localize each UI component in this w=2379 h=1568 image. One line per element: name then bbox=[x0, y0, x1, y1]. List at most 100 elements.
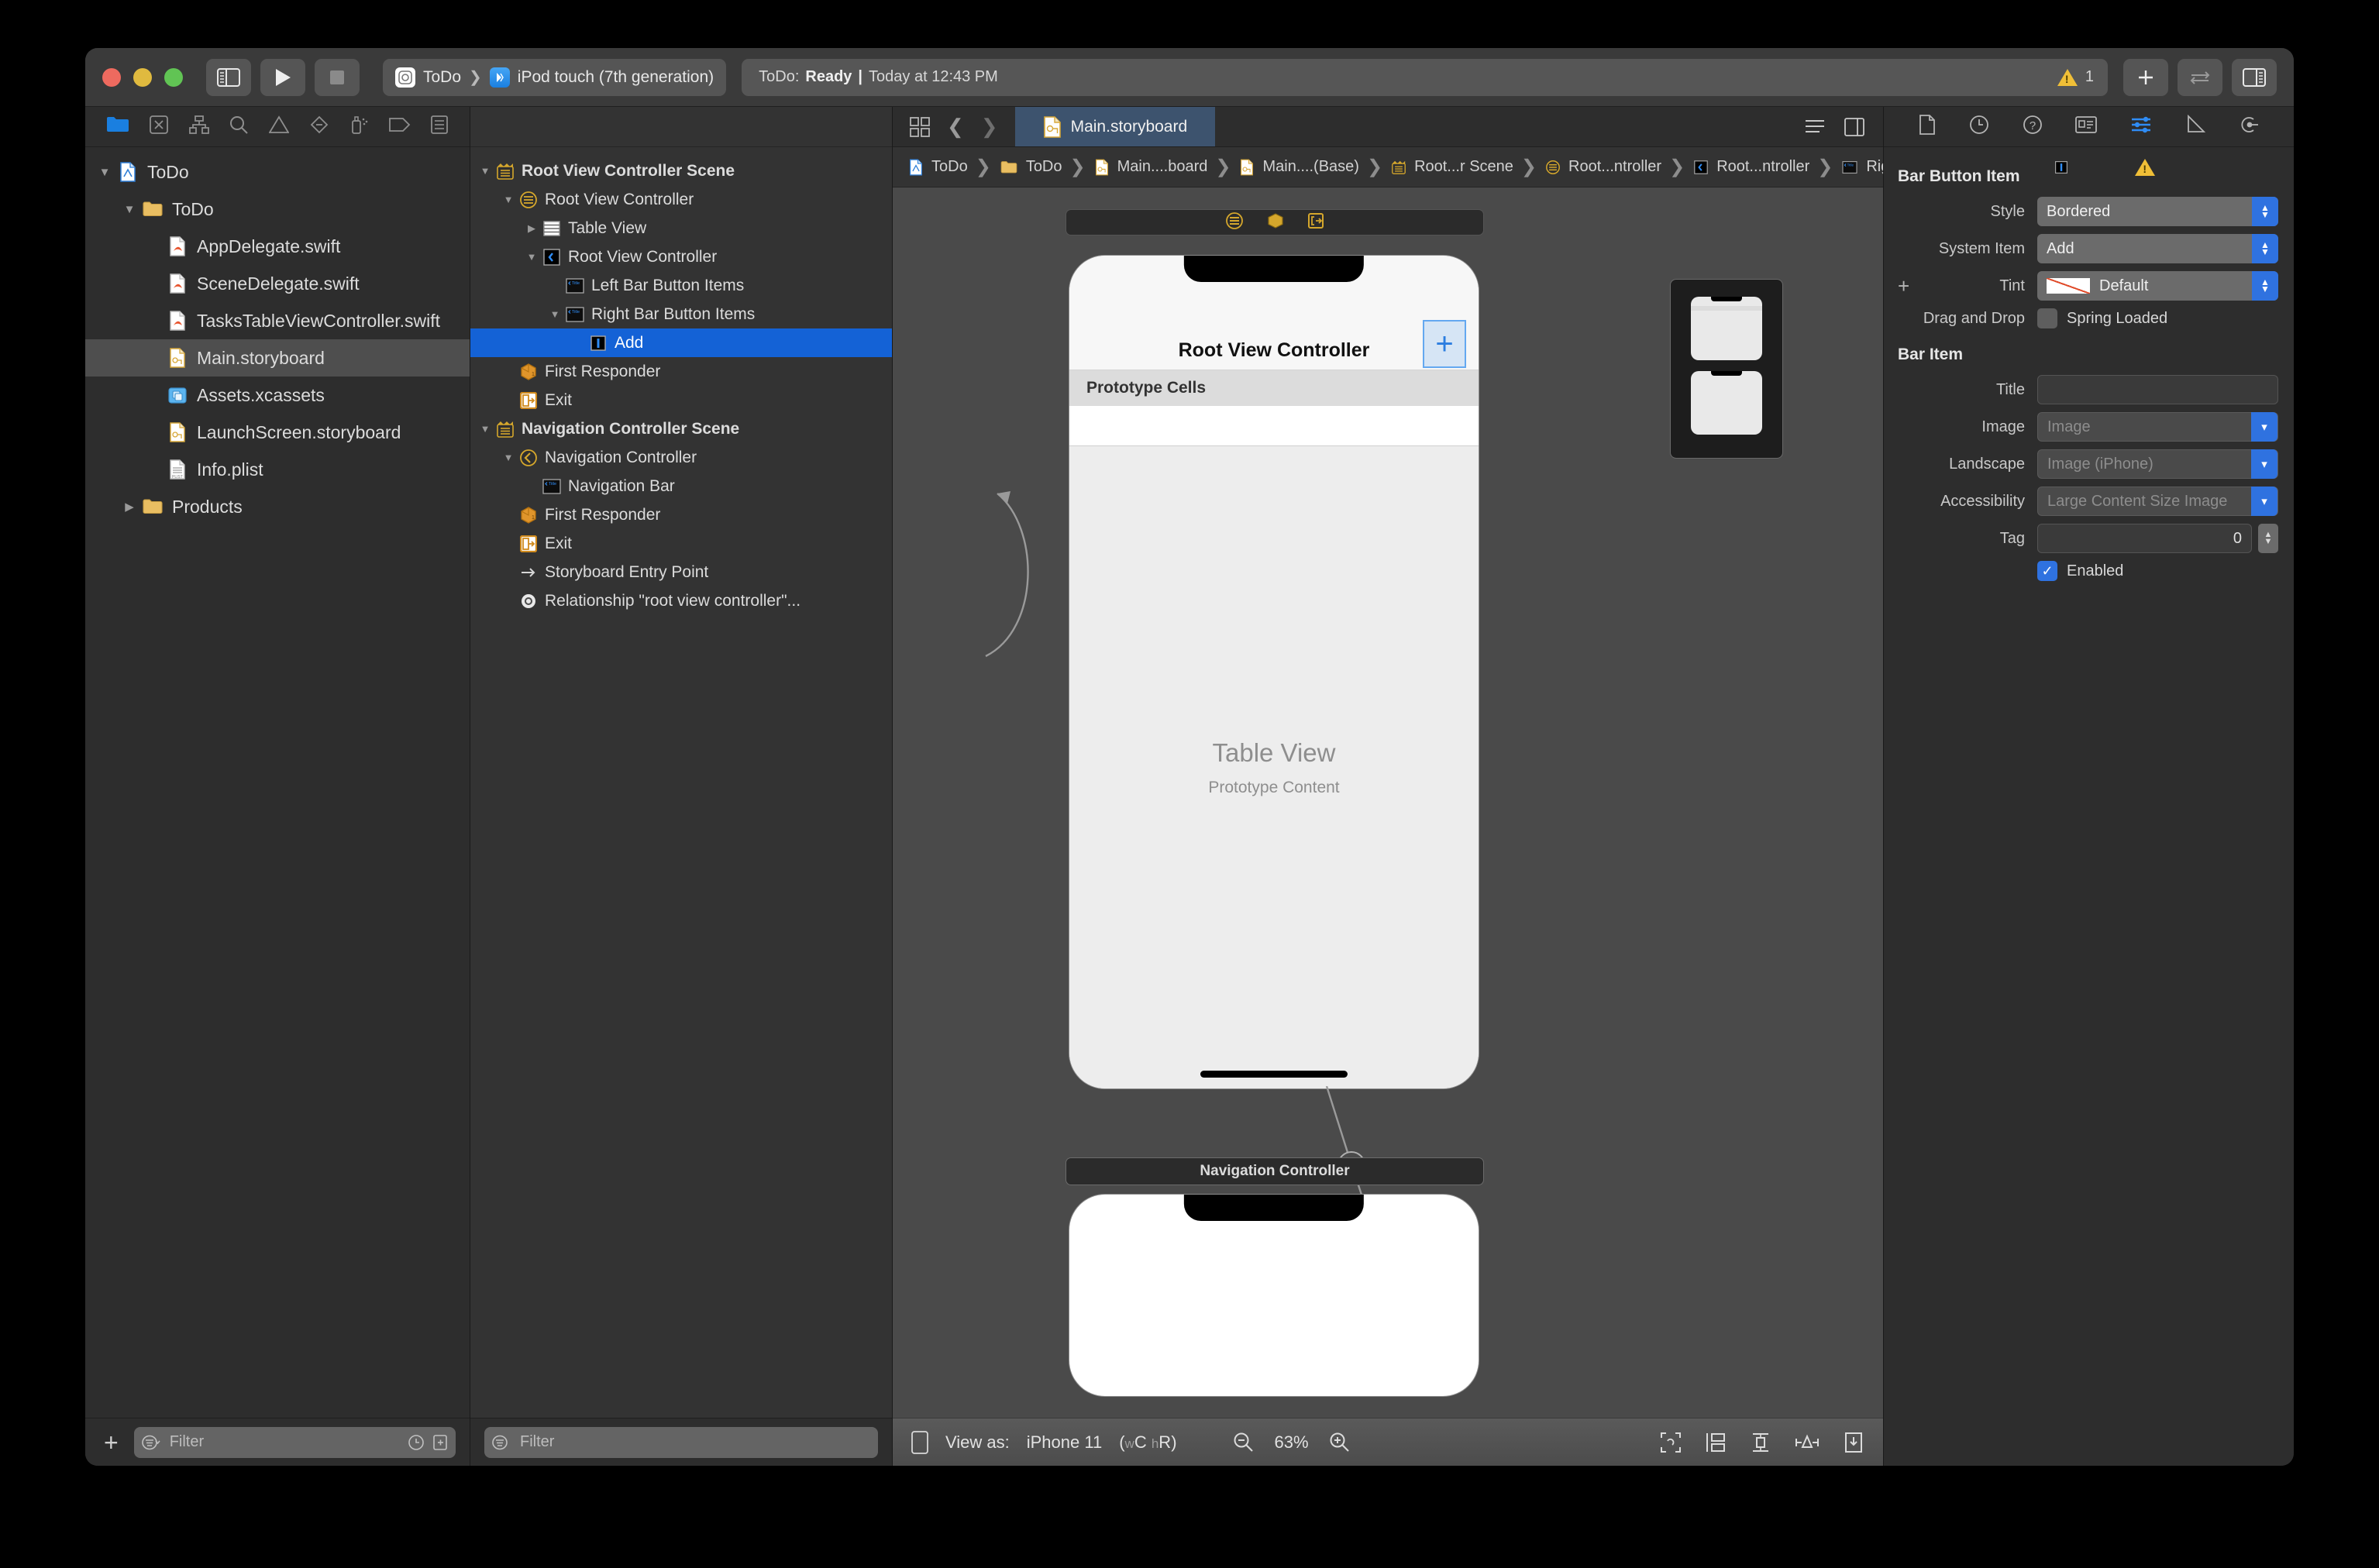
combo-box[interactable]: Image (iPhone) ▾ bbox=[2037, 449, 2278, 479]
text-input[interactable] bbox=[2037, 375, 2278, 404]
quick-help-inspector-tab[interactable]: ? bbox=[2023, 115, 2043, 139]
chevron-down-icon[interactable]: ▾ bbox=[2251, 449, 2277, 479]
add-editor-button[interactable] bbox=[2123, 58, 2168, 96]
chevron-down-icon[interactable]: ▾ bbox=[2251, 487, 2277, 516]
popup-button[interactable]: Add ▲ ▼ bbox=[2037, 234, 2278, 263]
disclosure-down-icon[interactable]: ▼ bbox=[93, 166, 116, 179]
scene1-device[interactable]: Root View Controller + Prototype Cells T… bbox=[1069, 256, 1479, 1088]
outline-row[interactable]: Relationship "root view controller"... bbox=[470, 586, 892, 615]
outline-row[interactable]: Storyboard Entry Point bbox=[470, 558, 892, 586]
disclosure-right-icon[interactable]: ▶ bbox=[522, 222, 542, 235]
toggle-navigator-button[interactable] bbox=[206, 58, 251, 96]
checkbox[interactable] bbox=[2037, 308, 2057, 328]
disclosure-down-icon[interactable]: ▼ bbox=[118, 203, 141, 216]
combo-box[interactable]: Large Content Size Image ▾ bbox=[2037, 487, 2278, 516]
disclosure-down-icon[interactable]: ▼ bbox=[522, 251, 542, 263]
breadcrumb-item[interactable]: ToDo bbox=[995, 158, 1066, 177]
file-row[interactable]: Assets.xcassets bbox=[85, 377, 470, 414]
popup-chevrons-icon[interactable]: ▲ ▼ bbox=[2252, 234, 2278, 263]
project-navigator-tab[interactable] bbox=[106, 115, 129, 139]
zoom-button[interactable] bbox=[164, 67, 183, 87]
outline-row[interactable]: ▼ Root View Controller bbox=[470, 242, 892, 271]
tag-input[interactable]: 0 bbox=[2037, 524, 2252, 553]
disclosure-down-icon[interactable]: ▼ bbox=[475, 423, 495, 435]
outline-row[interactable]: 1 First Responder bbox=[470, 500, 892, 529]
canvas-minimap[interactable] bbox=[1670, 279, 1783, 459]
related-items-icon[interactable] bbox=[910, 116, 930, 137]
issue-navigator-tab[interactable] bbox=[268, 115, 290, 139]
outline-row[interactable]: ▶ Table View bbox=[470, 214, 892, 242]
popup-chevrons-icon[interactable]: ▲ ▼ bbox=[2252, 197, 2278, 226]
scheme-selector[interactable]: ToDo ❯ iPod touch (7th generation) bbox=[383, 58, 727, 96]
zoom-out-icon[interactable] bbox=[1233, 1432, 1255, 1453]
zoom-in-icon[interactable] bbox=[1329, 1432, 1351, 1453]
chevron-down-icon[interactable]: ▾ bbox=[2251, 412, 2277, 442]
disclosure-down-icon[interactable]: ▼ bbox=[545, 308, 565, 320]
size-inspector-tab[interactable] bbox=[2185, 114, 2206, 139]
breadcrumb-item[interactable]: Root...ntroller bbox=[1689, 158, 1813, 176]
combo-box[interactable]: Image ▾ bbox=[2037, 412, 2278, 442]
outline-row[interactable]: Title Left Bar Button Items bbox=[470, 271, 892, 300]
history-inspector-tab[interactable] bbox=[1969, 115, 1989, 139]
outline-row[interactable]: Exit bbox=[470, 529, 892, 558]
identity-inspector-tab[interactable] bbox=[2075, 115, 2098, 138]
close-button[interactable] bbox=[102, 67, 121, 87]
add-bar-button-item[interactable]: + bbox=[1423, 320, 1466, 368]
breadcrumb-item[interactable]: Main....board bbox=[1090, 157, 1212, 177]
find-navigator-tab[interactable] bbox=[229, 115, 249, 139]
add-file-button[interactable]: + bbox=[99, 1430, 123, 1455]
warning-badge[interactable]: 1 bbox=[2057, 68, 2094, 86]
outline-row[interactable]: Title Navigation Bar bbox=[470, 472, 892, 500]
file-row[interactable]: ▶ Products bbox=[85, 488, 470, 525]
run-button[interactable] bbox=[260, 58, 305, 96]
checkbox[interactable]: ✓ bbox=[2037, 561, 2057, 581]
outline-row[interactable]: ▼ Root View Controller Scene bbox=[470, 156, 892, 185]
source-control-filter-icon[interactable] bbox=[432, 1434, 448, 1451]
add-tint-variation-button[interactable]: + bbox=[1898, 274, 1909, 298]
add-constraints-icon[interactable] bbox=[1795, 1432, 1820, 1453]
attributes-inspector-tab[interactable] bbox=[2130, 115, 2152, 138]
file-row[interactable]: ▼ ToDo bbox=[85, 191, 470, 228]
outline-row[interactable]: Exit bbox=[470, 386, 892, 414]
stepper-control[interactable]: ▲ ▼ bbox=[2258, 524, 2278, 553]
resolve-issues-icon[interactable] bbox=[1843, 1432, 1864, 1453]
first-responder-dock-icon[interactable] bbox=[1267, 212, 1284, 233]
warning-triangle-icon[interactable] bbox=[2135, 158, 2156, 176]
breadcrumb-item[interactable]: Root...r Scene bbox=[1386, 158, 1517, 176]
disclosure-down-icon[interactable]: ▼ bbox=[475, 165, 495, 177]
update-frames-icon[interactable] bbox=[1660, 1432, 1682, 1453]
test-navigator-tab[interactable] bbox=[309, 115, 329, 139]
outline-row[interactable]: ▼ Root View Controller bbox=[470, 185, 892, 214]
assistant-editor-icon[interactable] bbox=[1844, 117, 1864, 136]
embed-in-icon[interactable] bbox=[1705, 1432, 1727, 1453]
file-row[interactable]: TasksTableViewController.swift bbox=[85, 302, 470, 339]
document-outline-tree[interactable]: ▼ Root View Controller Scene ▼ Root View Co… bbox=[470, 147, 892, 1418]
outline-row[interactable]: ▼ Title Right Bar Button Items bbox=[470, 300, 892, 328]
storyboard-canvas[interactable]: Root View Controller + Prototype Cells T… bbox=[893, 187, 1883, 1418]
editor-menu-icon[interactable] bbox=[1804, 118, 1826, 135]
breadcrumb-item[interactable]: ToDo bbox=[904, 157, 972, 177]
exit-dock-icon[interactable] bbox=[1307, 212, 1324, 233]
prototype-cell[interactable] bbox=[1069, 406, 1479, 446]
popup-button[interactable]: Default ▲ ▼ bbox=[2037, 271, 2278, 301]
project-file-tree[interactable]: ▼ ToDo ▼ ToDo AppDelegate.swift SceneDelegate… bbox=[85, 147, 470, 1418]
file-row[interactable]: LaunchScreen.storyboard bbox=[85, 414, 470, 451]
outline-filter-field[interactable]: Filter bbox=[484, 1426, 878, 1458]
debug-navigator-tab[interactable] bbox=[349, 115, 369, 139]
file-row[interactable]: Main.storyboard bbox=[85, 339, 470, 377]
disclosure-down-icon[interactable]: ▼ bbox=[498, 194, 518, 205]
navigator-filter-field[interactable]: Filter bbox=[133, 1426, 456, 1458]
file-row[interactable]: ▼ ToDo bbox=[85, 153, 470, 191]
breadcrumb-item[interactable]: Main....(Base) bbox=[1234, 157, 1362, 177]
toggle-inspector-button[interactable] bbox=[2232, 58, 2277, 96]
connections-inspector-tab[interactable] bbox=[2239, 115, 2259, 139]
view-controller-dock-icon[interactable] bbox=[1225, 211, 1244, 234]
go-back-button[interactable]: ❮ bbox=[947, 115, 964, 139]
breakpoint-navigator-tab[interactable] bbox=[388, 116, 411, 137]
disclosure-right-icon[interactable]: ▶ bbox=[118, 500, 141, 514]
align-icon[interactable] bbox=[1750, 1432, 1771, 1453]
disclosure-down-icon[interactable]: ▼ bbox=[498, 452, 518, 463]
source-control-navigator-tab[interactable] bbox=[149, 115, 169, 139]
breadcrumb-item[interactable]: Root...ntroller bbox=[1541, 158, 1665, 176]
tab-main-storyboard[interactable]: Main.storyboard bbox=[1014, 107, 1216, 146]
